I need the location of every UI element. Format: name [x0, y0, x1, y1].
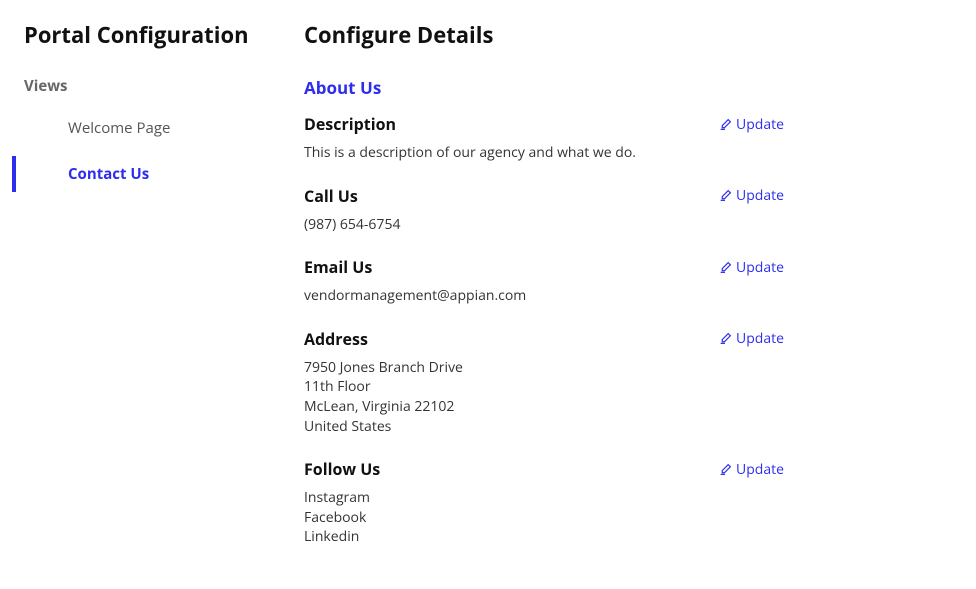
block-call-us: Call Us Update (987) 654-6754: [304, 185, 784, 235]
update-label: Update: [736, 258, 784, 277]
section-heading: About Us: [304, 76, 784, 99]
update-call-us-button[interactable]: Update: [719, 186, 784, 205]
update-label: Update: [736, 115, 784, 134]
edit-icon: [719, 118, 732, 131]
address-line: McLean, Virginia 22102: [304, 397, 784, 417]
update-label: Update: [736, 186, 784, 205]
block-follow-us: Follow Us Update Instagram Facebook Link…: [304, 458, 784, 547]
sidebar: Portal Configuration Views Welcome Page …: [24, 20, 264, 569]
address-line: 11th Floor: [304, 377, 784, 397]
update-address-button[interactable]: Update: [719, 329, 784, 348]
email-us-label: Email Us: [304, 256, 372, 278]
block-address: Address Update 7950 Jones Branch Drive 1…: [304, 328, 784, 436]
sidebar-title: Portal Configuration: [24, 20, 264, 50]
call-us-value: (987) 654-6754: [304, 215, 784, 235]
social-line: Instagram: [304, 488, 784, 508]
email-us-value: vendormanagement@appian.com: [304, 286, 784, 306]
sidebar-item-welcome-page[interactable]: Welcome Page: [24, 110, 264, 146]
update-email-us-button[interactable]: Update: [719, 258, 784, 277]
page-title: Configure Details: [304, 20, 784, 50]
sidebar-item-label: Welcome Page: [68, 118, 170, 138]
update-label: Update: [736, 329, 784, 348]
update-description-button[interactable]: Update: [719, 115, 784, 134]
description-label: Description: [304, 113, 396, 135]
address-line: United States: [304, 417, 784, 437]
views-heading: Views: [24, 76, 264, 96]
sidebar-item-contact-us[interactable]: Contact Us: [12, 156, 264, 192]
social-line: Linkedin: [304, 527, 784, 547]
edit-icon: [719, 261, 732, 274]
social-line: Facebook: [304, 508, 784, 528]
edit-icon: [719, 463, 732, 476]
block-description: Description Update This is a description…: [304, 113, 784, 163]
call-us-label: Call Us: [304, 185, 358, 207]
update-follow-us-button[interactable]: Update: [719, 460, 784, 479]
description-value: This is a description of our agency and …: [304, 143, 784, 163]
block-email-us: Email Us Update vendormanagement@appian.…: [304, 256, 784, 306]
address-line: 7950 Jones Branch Drive: [304, 358, 784, 378]
follow-us-value: Instagram Facebook Linkedin: [304, 488, 784, 547]
sidebar-item-label: Contact Us: [68, 164, 149, 184]
address-label: Address: [304, 328, 368, 350]
edit-icon: [719, 332, 732, 345]
edit-icon: [719, 189, 732, 202]
main-content: Configure Details About Us Description U…: [304, 20, 784, 569]
address-value: 7950 Jones Branch Drive 11th Floor McLea…: [304, 358, 784, 436]
update-label: Update: [736, 460, 784, 479]
follow-us-label: Follow Us: [304, 458, 380, 480]
